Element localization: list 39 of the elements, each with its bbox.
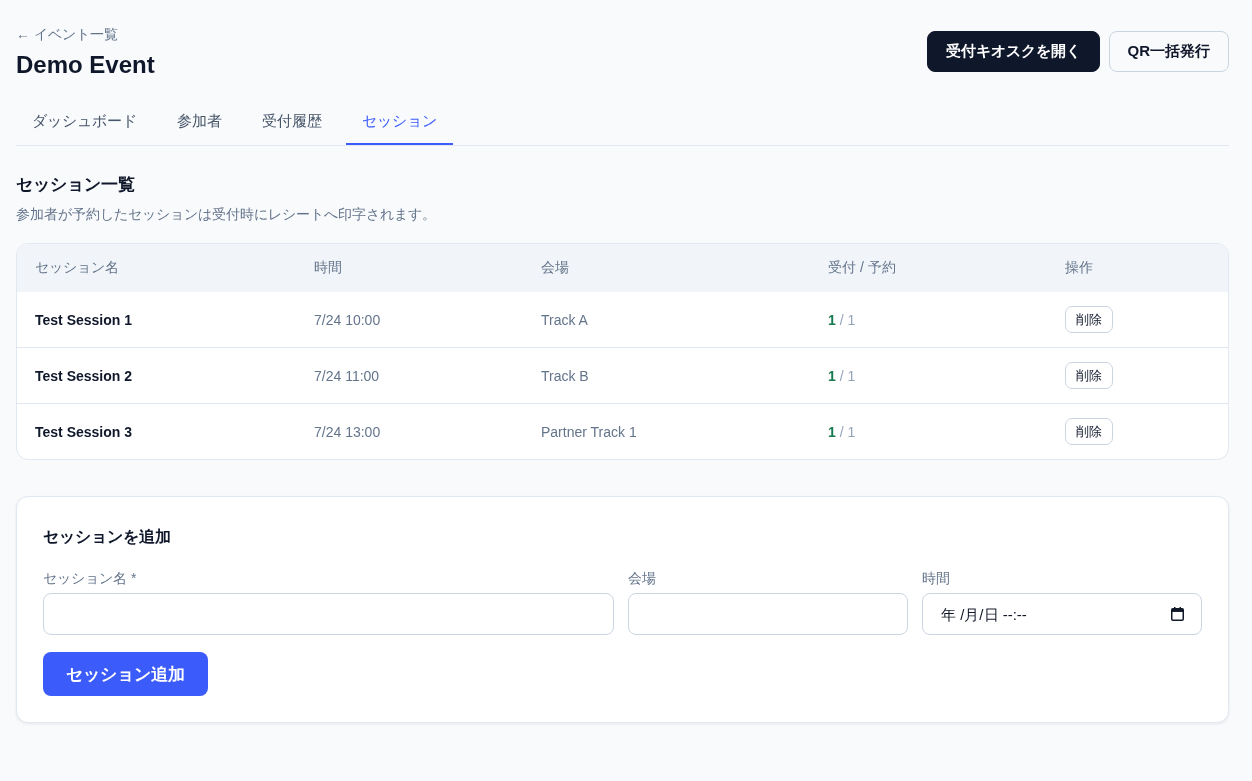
datetime-field[interactable]: 年 /月/日 --:-- bbox=[922, 593, 1202, 635]
calendar-icon[interactable] bbox=[1171, 607, 1184, 621]
open-kiosk-button[interactable]: 受付キオスクを開く bbox=[926, 30, 1100, 72]
form-title: セッションを追加 bbox=[43, 527, 172, 547]
delete-button[interactable]: 削除 bbox=[1065, 306, 1113, 333]
delete-button[interactable]: 削除 bbox=[1065, 362, 1113, 389]
delete-button[interactable]: 削除 bbox=[1065, 418, 1113, 445]
count-cell: 1 / 1 bbox=[828, 423, 856, 440]
page-title: Demo Event bbox=[16, 50, 155, 80]
count-cell: 1 / 1 bbox=[828, 367, 856, 384]
column-header: 受付 / 予約 bbox=[828, 259, 896, 277]
section-title: セッション一覧 bbox=[16, 174, 136, 196]
tab[interactable]: 受付履歴 bbox=[246, 103, 338, 145]
session-name-cell: Test Session 3 bbox=[35, 423, 132, 440]
column-header: セッション名 bbox=[35, 259, 119, 277]
tab[interactable]: セッション bbox=[346, 103, 453, 145]
input-field[interactable] bbox=[628, 593, 908, 635]
time-cell: 7/24 13:00 bbox=[314, 423, 381, 440]
time-cell: 7/24 11:00 bbox=[314, 367, 380, 384]
session-name-cell: Test Session 1 bbox=[35, 311, 132, 328]
session-name-cell: Test Session 2 bbox=[35, 367, 132, 384]
venue-cell: Track B bbox=[541, 367, 589, 384]
column-header: 操作 bbox=[1065, 259, 1093, 277]
tab[interactable]: 参加者 bbox=[161, 103, 238, 145]
section-description: 参加者が予約したセッションは受付時にレシートへ印字されます。 bbox=[16, 205, 437, 224]
qr-issue-button[interactable]: QR一括発行 bbox=[1108, 30, 1229, 72]
count-cell: 1 / 1 bbox=[828, 311, 856, 328]
back-link[interactable]: ← イベント一覧 bbox=[16, 24, 118, 44]
add-session-button[interactable]: セッション追加 bbox=[43, 652, 208, 696]
column-header: 時間 bbox=[314, 259, 342, 277]
tab[interactable]: ダッシュボード bbox=[16, 103, 153, 145]
venue-cell: Track A bbox=[541, 311, 588, 328]
column-header: 会場 bbox=[541, 259, 569, 277]
time-cell: 7/24 10:00 bbox=[314, 311, 381, 328]
field-label: 時間 bbox=[922, 569, 950, 588]
field-label: セッション名 * bbox=[43, 569, 137, 588]
field-label: 会場 bbox=[628, 569, 656, 588]
venue-cell: Partner Track 1 bbox=[541, 423, 637, 440]
input-field[interactable] bbox=[43, 593, 614, 635]
